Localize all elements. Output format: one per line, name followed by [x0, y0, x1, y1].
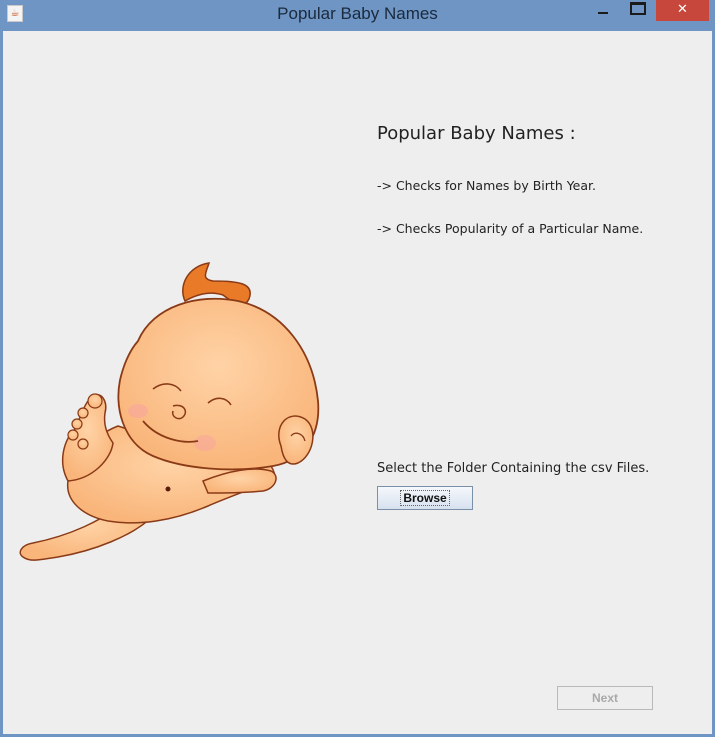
baby-illustration: [19, 262, 320, 561]
app-heading: Popular Baby Names :: [377, 123, 576, 144]
browse-button-label: Browse: [400, 490, 450, 506]
feature-birth-year: -> Checks for Names by Birth Year.: [377, 178, 597, 193]
maximize-button[interactable]: [624, 0, 650, 21]
browse-button[interactable]: Browse: [377, 486, 473, 510]
title-bar[interactable]: ☕ Popular Baby Names ✕: [0, 0, 715, 30]
minimize-button[interactable]: [590, 0, 616, 21]
main-panel: Popular Baby Names : -> Checks for Names…: [3, 31, 712, 734]
app-window: ☕ Popular Baby Names ✕ Popular Baby Name…: [0, 0, 715, 737]
close-button[interactable]: ✕: [656, 0, 709, 21]
folder-select-label: Select the Folder Containing the csv Fil…: [377, 461, 650, 476]
close-icon: ✕: [677, 2, 688, 17]
next-button[interactable]: Next: [557, 686, 653, 710]
feature-name-popularity: -> Checks Popularity of a Particular Nam…: [377, 221, 644, 236]
